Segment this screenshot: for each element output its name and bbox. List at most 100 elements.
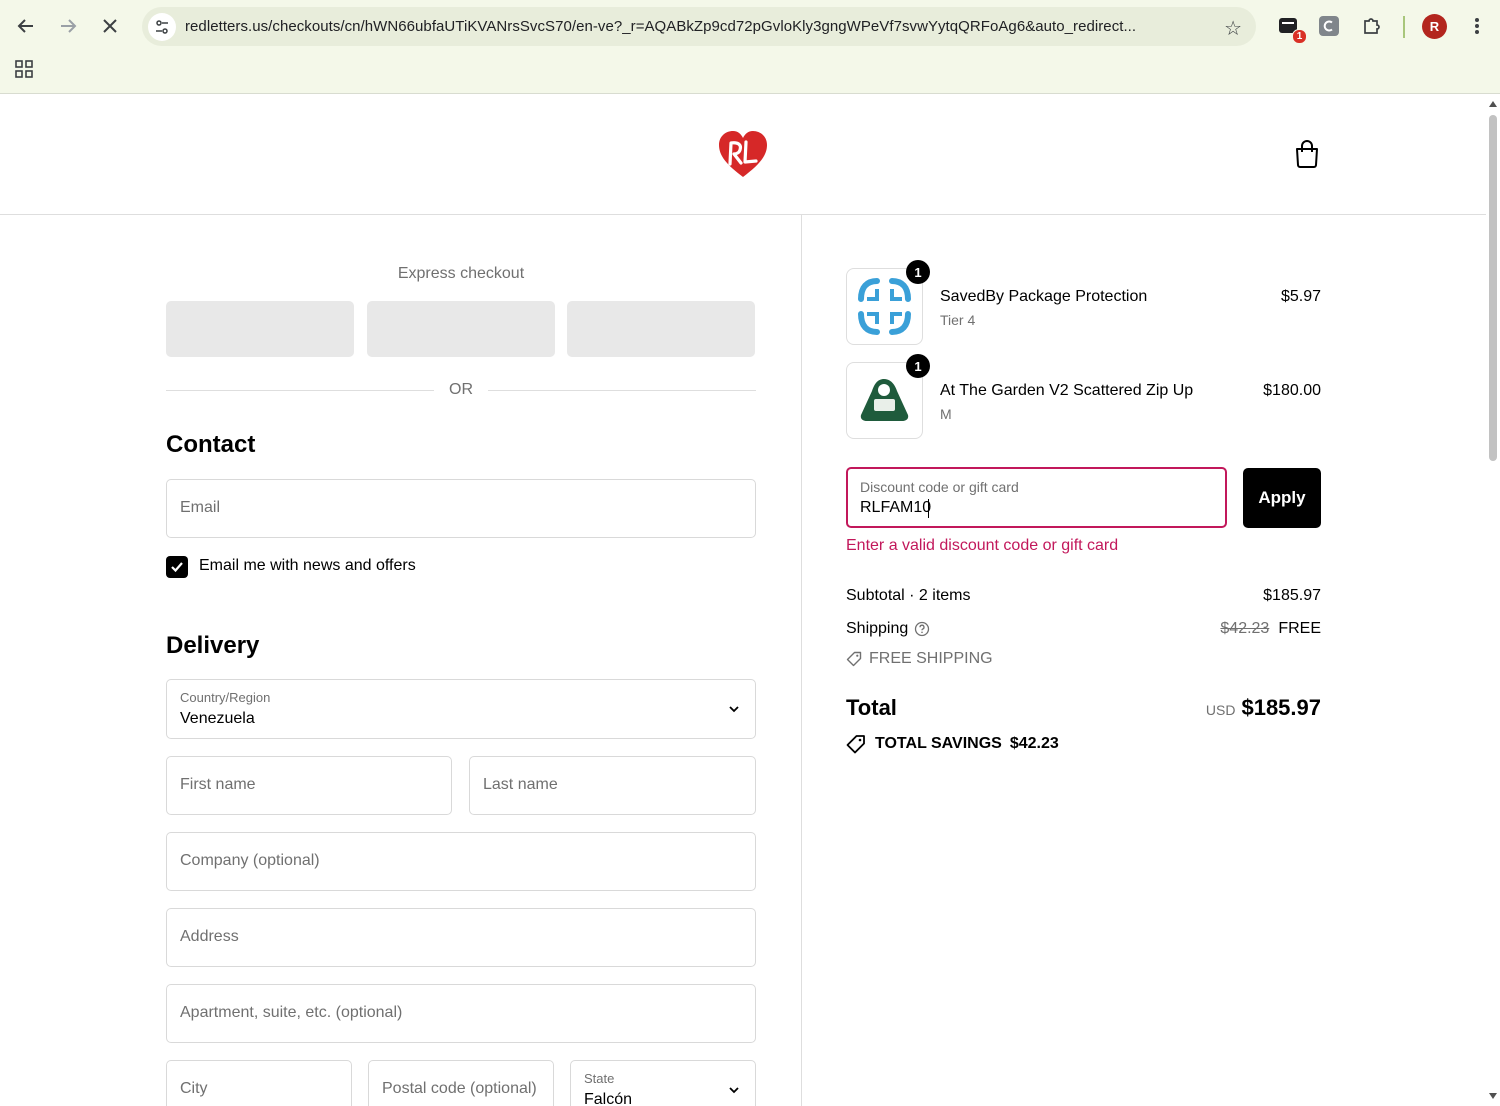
address-field[interactable]: Address xyxy=(166,908,756,967)
shopping-bag-icon[interactable] xyxy=(1294,139,1320,169)
puzzle-icon xyxy=(1364,18,1380,34)
country-select[interactable]: Country/Region Venezuela xyxy=(166,679,756,739)
shipping-row: Shipping xyxy=(846,620,930,638)
browser-menu-button[interactable] xyxy=(1463,12,1491,40)
newsletter-label[interactable]: Email me with news and offers xyxy=(199,557,416,575)
page-scrollbar[interactable] xyxy=(1486,95,1500,1106)
country-label: Country/Region xyxy=(180,690,271,705)
first-name-placeholder: First name xyxy=(180,776,256,793)
stop-loading-button[interactable] xyxy=(94,10,126,42)
last-name-placeholder: Last name xyxy=(483,776,558,793)
company-placeholder: Company (optional) xyxy=(180,852,320,869)
total-savings-value: $42.23 xyxy=(1009,735,1059,752)
browser-toolbar: redletters.us/checkouts/cn/hWN66ubfaUTiK… xyxy=(0,0,1500,94)
city-field[interactable]: City xyxy=(166,1060,352,1106)
item-thumbnail-savedby: 1 xyxy=(846,260,930,345)
item-thumbnail-zip-up: 1 xyxy=(846,354,930,439)
toolbar-separator xyxy=(1403,16,1405,38)
scroll-up-arrow-icon[interactable] xyxy=(1489,101,1497,107)
state-select[interactable]: State Falcón xyxy=(570,1060,756,1106)
shipping-value-row: $42.23 FREE xyxy=(1220,620,1321,638)
or-line-left xyxy=(166,390,434,391)
item-quantity-badge: 1 xyxy=(906,260,930,284)
last-name-field[interactable]: Last name xyxy=(469,756,756,815)
postal-code-placeholder: Postal code (optional) xyxy=(382,1080,537,1097)
red-letters-logo[interactable] xyxy=(717,129,769,181)
chevron-down-icon xyxy=(729,1087,739,1094)
chevron-down-icon xyxy=(729,706,739,713)
or-divider: OR xyxy=(166,378,756,402)
shipping-original-price: $42.23 xyxy=(1220,620,1270,637)
apply-discount-button[interactable]: Apply xyxy=(1243,468,1321,528)
item-price: $5.97 xyxy=(1280,288,1321,305)
free-shipping-tag: FREE SHIPPING xyxy=(846,650,993,668)
tag-icon xyxy=(846,651,862,667)
scrollbar-thumb[interactable] xyxy=(1489,115,1497,461)
bookmark-star-icon[interactable]: ☆ xyxy=(1224,16,1242,41)
extension-button[interactable]: 1 xyxy=(1275,12,1307,44)
total-value-row: USD $185.97 xyxy=(1206,695,1321,721)
item-variant: M xyxy=(940,406,952,422)
item-variant: Tier 4 xyxy=(940,312,976,328)
discount-code-field[interactable]: Discount code or gift card RLFAM10 xyxy=(846,467,1227,528)
city-placeholder: City xyxy=(180,1080,208,1097)
item-quantity-badge: 1 xyxy=(906,354,930,378)
discount-code-value[interactable]: RLFAM10 xyxy=(860,499,931,517)
c-extension-icon xyxy=(1319,16,1339,36)
apps-grid-icon[interactable] xyxy=(14,59,34,79)
column-divider xyxy=(801,215,802,1106)
forward-arrow-icon xyxy=(61,19,77,33)
extensions-menu-button[interactable] xyxy=(1358,12,1386,40)
more-vert-icon xyxy=(1475,18,1479,34)
apartment-placeholder: Apartment, suite, etc. (optional) xyxy=(180,1004,403,1021)
discount-code-label: Discount code or gift card xyxy=(860,479,1019,495)
forward-button[interactable] xyxy=(52,10,84,42)
express-checkout-title: Express checkout xyxy=(397,265,525,282)
postal-code-field[interactable]: Postal code (optional) xyxy=(368,1060,554,1106)
checkout-header xyxy=(0,95,1486,215)
free-shipping-text: FREE SHIPPING xyxy=(869,650,993,667)
subtotal-label: Subtotal · 2 items xyxy=(846,587,971,604)
total-savings: TOTAL SAVINGS $42.23 xyxy=(846,734,1059,754)
address-bar[interactable]: redletters.us/checkouts/cn/hWN66ubfaUTiK… xyxy=(142,7,1256,46)
site-info-button[interactable] xyxy=(148,12,176,41)
state-label: State xyxy=(584,1071,615,1086)
newsletter-checkbox[interactable] xyxy=(166,556,188,578)
shipping-label: Shipping xyxy=(846,620,909,637)
email-field[interactable]: Email xyxy=(166,479,756,538)
express-pay-button-2[interactable] xyxy=(367,301,555,357)
scroll-down-arrow-icon[interactable] xyxy=(1489,1093,1497,1099)
url-text[interactable]: redletters.us/checkouts/cn/hWN66ubfaUTiK… xyxy=(185,18,1205,35)
express-pay-button-1[interactable] xyxy=(166,301,354,357)
address-placeholder: Address xyxy=(180,928,239,945)
email-placeholder: Email xyxy=(180,499,221,516)
checkmark-icon xyxy=(171,562,183,573)
tune-icon xyxy=(156,19,168,34)
item-name: SavedBy Package Protection xyxy=(940,288,1148,305)
total-savings-label: TOTAL SAVINGS xyxy=(875,735,1002,752)
subtotal-value: $185.97 xyxy=(1263,587,1321,604)
first-name-field[interactable]: First name xyxy=(166,756,452,815)
total-label: Total xyxy=(846,695,897,720)
country-value: Venezuela xyxy=(180,710,255,727)
discount-error-message: Enter a valid discount code or gift card xyxy=(846,537,1119,554)
back-button[interactable] xyxy=(10,10,42,42)
company-field[interactable]: Company (optional) xyxy=(166,832,756,891)
express-pay-button-3[interactable] xyxy=(567,301,755,357)
help-circle-icon[interactable] xyxy=(914,621,930,637)
shipping-value: FREE xyxy=(1278,620,1321,637)
or-text: OR xyxy=(449,381,473,398)
total-amount: $185.97 xyxy=(1241,695,1321,720)
close-icon xyxy=(103,19,117,33)
item-price: $180.00 xyxy=(1263,382,1321,399)
item-name: At The Garden V2 Scattered Zip Up xyxy=(940,382,1194,399)
text-cursor xyxy=(928,499,929,518)
profile-avatar[interactable]: R xyxy=(1422,14,1447,39)
contact-heading: Contact xyxy=(166,431,256,458)
checkout-page: Express checkout OR Contact Email Email … xyxy=(0,95,1486,1106)
apartment-field[interactable]: Apartment, suite, etc. (optional) xyxy=(166,984,756,1043)
delivery-heading: Delivery xyxy=(166,632,260,659)
or-line-right xyxy=(488,390,756,391)
extension-badge: 1 xyxy=(1292,29,1307,44)
extension-c-button[interactable] xyxy=(1315,12,1343,40)
